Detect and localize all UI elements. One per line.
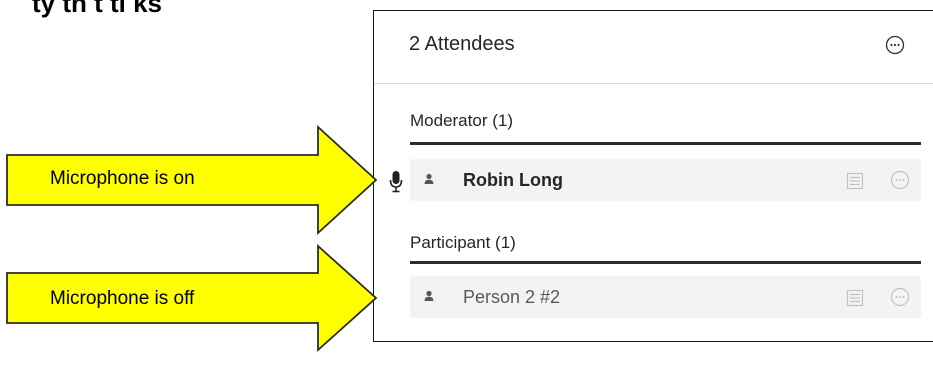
microphone-icon	[389, 171, 403, 193]
callout-text: Microphone is off	[50, 288, 195, 309]
panel-title: 2 Attendees	[409, 33, 515, 55]
callout-microphone-off: Microphone is off	[0, 238, 380, 364]
section-label-participant: Participant (1)	[410, 233, 516, 252]
more-options-icon[interactable]	[890, 170, 910, 190]
more-options-icon[interactable]	[885, 35, 905, 55]
section-divider	[410, 261, 921, 264]
panel-header: 2 Attendees	[374, 11, 933, 84]
cropped-heading-text: ty th t ti ks	[32, 0, 163, 18]
callout-microphone-on: Microphone is on	[0, 120, 380, 246]
list-icon[interactable]	[846, 172, 864, 190]
attendees-panel: 2 Attendees Moderator (1) Robin Long Par…	[373, 10, 933, 342]
attendee-name: Robin Long	[463, 170, 563, 190]
attendee-name: Person 2 #2	[463, 287, 561, 307]
person-icon	[424, 290, 434, 301]
person-icon	[424, 173, 434, 184]
more-options-icon[interactable]	[890, 287, 910, 307]
attendee-row-moderator[interactable]: Robin Long	[410, 159, 921, 201]
callout-text: Microphone is on	[50, 168, 195, 189]
section-label-moderator: Moderator (1)	[410, 111, 513, 130]
attendee-row-participant[interactable]: Person 2 #2	[410, 276, 921, 318]
list-icon[interactable]	[846, 289, 864, 307]
section-divider	[410, 142, 921, 145]
